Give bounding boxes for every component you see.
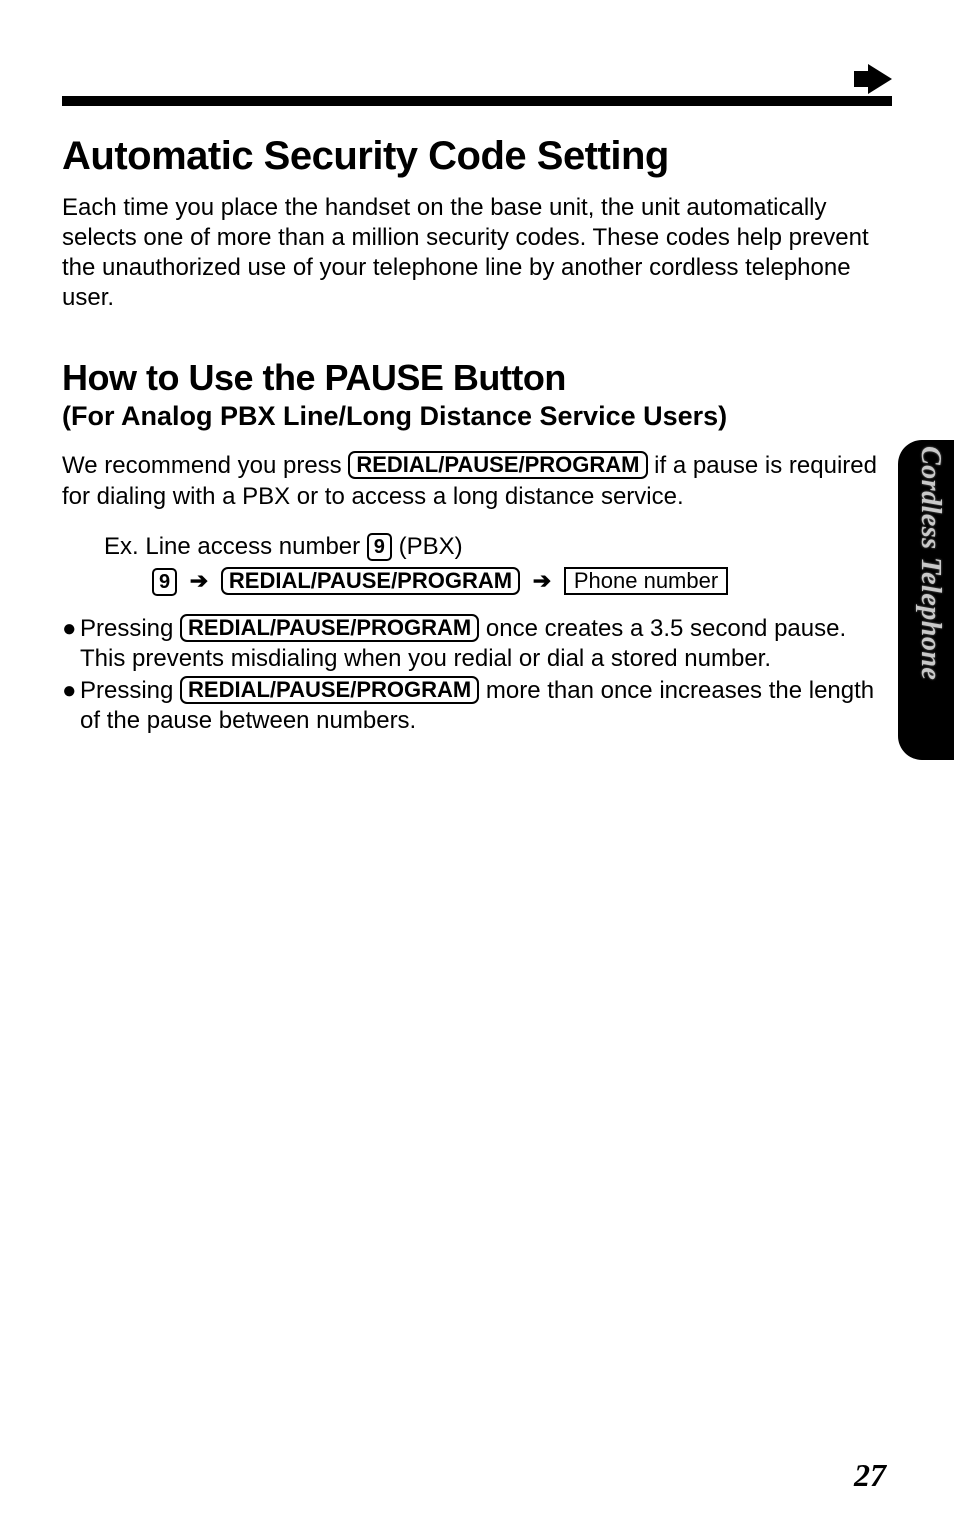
section-2-title: How to Use the PAUSE Button [62, 357, 892, 399]
bullet-item: ● Pressing REDIAL/PAUSE/PROGRAM once cre… [62, 614, 892, 674]
digit-9-key: 9 [152, 568, 177, 596]
redial-pause-program-key: REDIAL/PAUSE/PROGRAM [221, 567, 520, 595]
example-line1-pre: Ex. Line access number [104, 533, 367, 560]
redial-pause-program-key: REDIAL/PAUSE/PROGRAM [180, 614, 479, 642]
redial-pause-program-key: REDIAL/PAUSE/PROGRAM [348, 451, 647, 479]
section-divider [62, 96, 892, 106]
section-2-subtitle: (For Analog PBX Line/Long Distance Servi… [62, 401, 892, 432]
bullet-1-content: Pressing REDIAL/PAUSE/PROGRAM once creat… [80, 614, 892, 674]
continue-arrow-icon [868, 64, 892, 94]
bullet2-pre: Pressing [80, 677, 180, 704]
section-thumb-label: Cordless Telephone [914, 446, 946, 680]
arrow-right-icon: ➔ [190, 565, 208, 597]
example-line1-post: (PBX) [392, 533, 463, 560]
bullet1-pre: Pressing [80, 615, 180, 642]
example-line-1: Ex. Line access number 9 (PBX) [104, 530, 892, 565]
intro-pre: We recommend you press [62, 452, 348, 479]
section-thumb-tab: Cordless Telephone [898, 440, 954, 760]
bullet-list: ● Pressing REDIAL/PAUSE/PROGRAM once cre… [62, 614, 892, 736]
redial-pause-program-key: REDIAL/PAUSE/PROGRAM [180, 676, 479, 704]
page-number: 27 [854, 1457, 886, 1494]
bullet-item: ● Pressing REDIAL/PAUSE/PROGRAM more tha… [62, 676, 892, 736]
example-line-2: 9 ➔ REDIAL/PAUSE/PROGRAM ➔ Phone number [152, 565, 892, 600]
example-block: Ex. Line access number 9 (PBX) 9 ➔ REDIA… [104, 530, 892, 600]
bullet-dot-icon: ● [62, 676, 80, 736]
section-2-intro: We recommend you press REDIAL/PAUSE/PROG… [62, 450, 892, 512]
arrow-right-icon: ➔ [533, 565, 551, 597]
manual-page: Automatic Security Code Setting Each tim… [0, 0, 954, 736]
section-1-title: Automatic Security Code Setting [62, 134, 892, 179]
section-1-body: Each time you place the handset on the b… [62, 193, 892, 313]
bullet-2-content: Pressing REDIAL/PAUSE/PROGRAM more than … [80, 676, 892, 736]
phone-number-placeholder: Phone number [564, 567, 728, 595]
bullet-dot-icon: ● [62, 614, 80, 674]
digit-9-key: 9 [367, 533, 392, 561]
